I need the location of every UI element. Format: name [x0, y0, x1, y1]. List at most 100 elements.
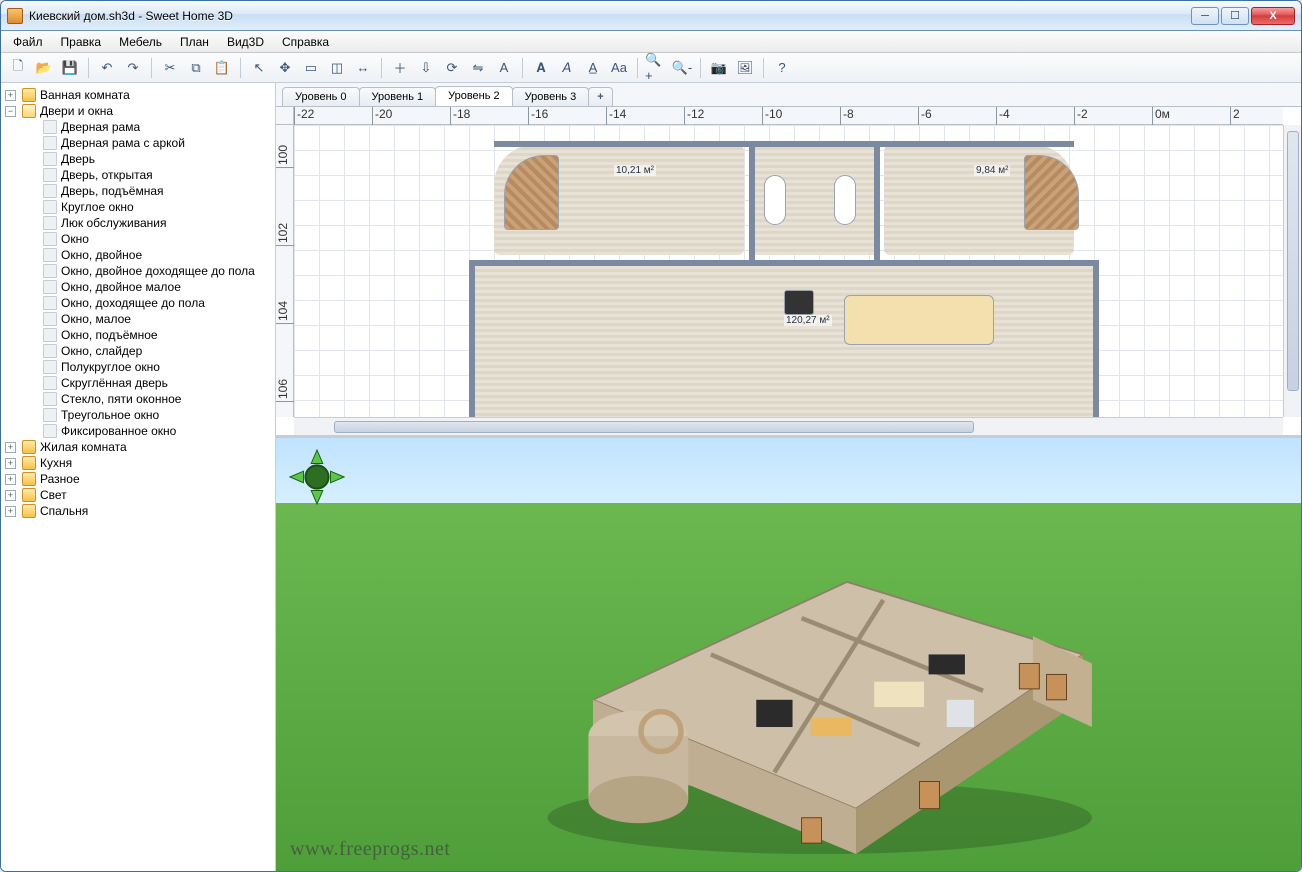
catalog-item[interactable]: Скруглённая дверь — [3, 375, 273, 391]
text-tool-icon[interactable]: A — [493, 57, 515, 79]
snapshot-icon[interactable]: 🖼 — [734, 57, 756, 79]
maximize-button[interactable]: ☐ — [1221, 7, 1249, 25]
text-font-icon[interactable]: Aa — [608, 57, 630, 79]
ruler-tick: -18 — [450, 107, 470, 125]
ruler-tick: -4 — [996, 107, 1010, 125]
plan-scroll-v[interactable] — [1283, 125, 1301, 417]
add-furniture-icon[interactable]: ＋ — [389, 57, 411, 79]
menu-3d[interactable]: Вид3D — [219, 33, 272, 51]
window-title: Киевский дом.sh3d - Sweet Home 3D — [29, 9, 1191, 23]
cut-icon[interactable]: ✂ — [159, 57, 181, 79]
plan-scroll-h[interactable] — [294, 417, 1283, 435]
text-bold-icon[interactable]: 𝐀 — [530, 57, 552, 79]
catalog-item[interactable]: Окно, подъёмное — [3, 327, 273, 343]
catalog-item[interactable]: Окно, двойное малое — [3, 279, 273, 295]
menu-plan[interactable]: План — [172, 33, 217, 51]
level-tab[interactable]: Уровень 1 — [359, 87, 437, 106]
menu-help[interactable]: Справка — [274, 33, 337, 51]
catalog-item[interactable]: Окно, двойное — [3, 247, 273, 263]
zoom-in-icon[interactable]: 🔍+ — [645, 57, 667, 79]
category-label: Двери и окна — [40, 104, 113, 118]
catalog-category[interactable]: +Жилая комната — [3, 439, 273, 455]
expand-icon[interactable]: + — [5, 442, 16, 453]
menu-edit[interactable]: Правка — [53, 33, 110, 51]
room-area-label: 9,84 м² — [974, 165, 1010, 176]
furniture-catalog[interactable]: +Ванная комната−Двери и окнаДверная рама… — [1, 83, 276, 871]
paste-icon[interactable]: 📋 — [211, 57, 233, 79]
level-tab[interactable]: Уровень 0 — [282, 87, 360, 106]
item-icon — [43, 328, 57, 342]
catalog-category[interactable]: +Разное — [3, 471, 273, 487]
catalog-item[interactable]: Стекло, пяти оконное — [3, 391, 273, 407]
catalog-item[interactable]: Треугольное окно — [3, 407, 273, 423]
item-label: Фиксированное окно — [61, 424, 176, 438]
dimension-icon[interactable]: ↔ — [352, 57, 374, 79]
folder-icon — [22, 504, 36, 518]
expand-icon[interactable]: + — [5, 90, 16, 101]
text-color-icon[interactable]: A̲ — [582, 57, 604, 79]
nav-compass[interactable] — [288, 448, 346, 506]
catalog-item[interactable]: Круглое окно — [3, 199, 273, 215]
flip-icon[interactable]: ⇋ — [467, 57, 489, 79]
catalog-item[interactable]: Окно, слайдер — [3, 343, 273, 359]
level-tab[interactable]: Уровень 3 — [512, 87, 590, 106]
rotate-icon[interactable]: ⟳ — [441, 57, 463, 79]
open-icon[interactable]: 📂 — [33, 57, 55, 79]
item-label: Окно, доходящее до пола — [61, 296, 205, 310]
save-icon[interactable]: 💾 — [59, 57, 81, 79]
furniture-sofa[interactable] — [844, 295, 994, 345]
catalog-category[interactable]: +Спальня — [3, 503, 273, 519]
catalog-item[interactable]: Фиксированное окно — [3, 423, 273, 439]
furniture-bathtub[interactable] — [764, 175, 786, 225]
menu-file[interactable]: Файл — [5, 33, 51, 51]
undo-icon[interactable]: ↶ — [96, 57, 118, 79]
expand-icon[interactable]: + — [5, 506, 16, 517]
pointer-icon[interactable]: ↖ — [248, 57, 270, 79]
ruler-tick: 102 — [276, 223, 294, 246]
import-icon[interactable]: ⇩ — [415, 57, 437, 79]
room-icon[interactable]: ◫ — [326, 57, 348, 79]
add-level-tab[interactable]: + — [588, 87, 612, 106]
close-button[interactable]: X — [1251, 7, 1295, 25]
catalog-item[interactable]: Окно — [3, 231, 273, 247]
minimize-button[interactable]: ─ — [1191, 7, 1219, 25]
furniture-stairs[interactable] — [1024, 155, 1079, 230]
catalog-category[interactable]: +Ванная комната — [3, 87, 273, 103]
level-tab[interactable]: Уровень 2 — [435, 86, 513, 106]
camera-icon[interactable]: 📷 — [708, 57, 730, 79]
catalog-category[interactable]: +Кухня — [3, 455, 273, 471]
pan-icon[interactable]: ✥ — [274, 57, 296, 79]
catalog-item[interactable]: Дверь — [3, 151, 273, 167]
plan-pane: Уровень 0Уровень 1Уровень 2Уровень 3+ -2… — [276, 83, 1301, 438]
wall-icon[interactable]: ▭ — [300, 57, 322, 79]
catalog-item[interactable]: Окно, малое — [3, 311, 273, 327]
expand-icon[interactable]: + — [5, 474, 16, 485]
catalog-item[interactable]: Дверь, открытая — [3, 167, 273, 183]
catalog-item[interactable]: Окно, двойное доходящее до пола — [3, 263, 273, 279]
furniture-tv[interactable] — [784, 290, 814, 315]
catalog-item[interactable]: Люк обслуживания — [3, 215, 273, 231]
new-file-icon[interactable]: 🗋 — [7, 57, 29, 79]
catalog-item[interactable]: Окно, доходящее до пола — [3, 295, 273, 311]
catalog-category[interactable]: +Свет — [3, 487, 273, 503]
item-label: Полукруглое окно — [61, 360, 160, 374]
catalog-item[interactable]: Дверная рама с аркой — [3, 135, 273, 151]
zoom-out-icon[interactable]: 🔍- — [671, 57, 693, 79]
text-italic-icon[interactable]: 𝘈 — [556, 57, 578, 79]
catalog-item[interactable]: Дверь, подъёмная — [3, 183, 273, 199]
redo-icon[interactable]: ↷ — [122, 57, 144, 79]
view-3d[interactable]: www.freeprogs.net — [276, 438, 1301, 871]
menu-furn[interactable]: Мебель — [111, 33, 170, 51]
help-icon[interactable]: ? — [771, 57, 793, 79]
plan-canvas[interactable]: -22-20-18-16-14-12-10-8-6-4-20м2 1001021… — [276, 107, 1301, 435]
furniture-bathtub[interactable] — [834, 175, 856, 225]
copy-icon[interactable]: ⧉ — [185, 57, 207, 79]
catalog-item[interactable]: Дверная рама — [3, 119, 273, 135]
expand-icon[interactable]: + — [5, 490, 16, 501]
titlebar[interactable]: Киевский дом.sh3d - Sweet Home 3D ─ ☐ X — [1, 1, 1301, 31]
catalog-item[interactable]: Полукруглое окно — [3, 359, 273, 375]
collapse-icon[interactable]: − — [5, 106, 16, 117]
expand-icon[interactable]: + — [5, 458, 16, 469]
catalog-category[interactable]: − Двери и окна — [3, 103, 273, 119]
plan-grid[interactable]: 10,21 м² 9,84 м² 120,27 м² — [294, 125, 1283, 417]
